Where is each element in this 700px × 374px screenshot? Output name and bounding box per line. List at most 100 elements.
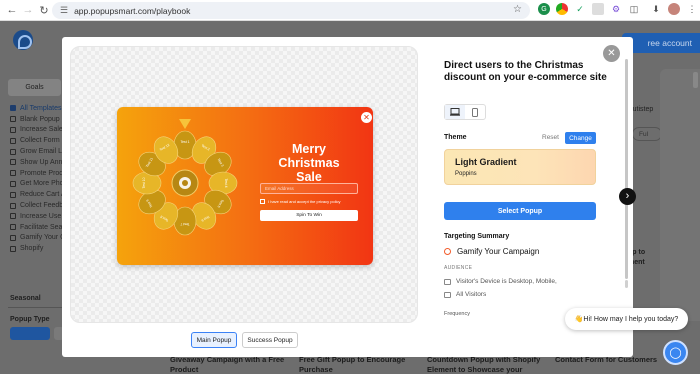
christmas-popup: Test 1 Test 2 Test 3 Test 4 Test 5 Test 6 Test… [117,107,373,265]
download-icon[interactable]: ⬇ [650,3,662,15]
chrome-extension-icon[interactable] [556,3,568,15]
divider [8,307,64,308]
consent-checkbox[interactable] [260,199,265,204]
sidebar-item[interactable]: Get More Pho [10,179,66,190]
desktop-icon[interactable] [445,105,465,119]
tab-success-popup[interactable]: Success Popup [242,332,298,348]
reset-button[interactable]: Reset [542,134,559,141]
privacy-consent[interactable]: I have read and accept the privacy polic… [260,199,341,204]
template-title: Direct users to the Christmas discount o… [444,60,607,83]
gear-extension-icon[interactable]: ⚙ [610,3,622,15]
extension-icons: G ✓ ⚙ ◫ ⬇ ⋮ [538,3,698,15]
frequency-label: Frequency [444,311,470,317]
modal-close-icon[interactable]: ✕ [603,45,620,62]
wheel-segment-label: Test 1 [180,140,189,144]
select-popup-button[interactable]: Select Popup [444,202,596,220]
wheel-segment-label: Test 7 [180,222,189,226]
change-theme-button[interactable]: Change [565,132,596,144]
address-bar[interactable]: ☰ app.popupsmart.com/playbook ☆ [52,2,530,19]
next-template-arrow-icon[interactable]: › [619,188,636,205]
sidebar-item[interactable]: Gamify Your C [10,233,66,244]
audience-item: All Visitors [444,291,486,298]
site-settings-icon[interactable]: ☰ [60,5,68,16]
template-card-title[interactable]: Giveaway Campaign with a Free Product [170,355,284,374]
profile-avatar[interactable] [668,3,680,15]
template-card[interactable] [660,69,700,321]
chat-greeting-bubble[interactable]: 👋Hi! How may I help you today? [565,308,688,330]
tab-main-popup[interactable]: Main Popup [191,332,237,348]
checkbox-icon [10,148,16,155]
more-menu-icon[interactable]: ⋮ [686,3,698,15]
template-card-title[interactable]: Countdown Popup with Shopify Element to S… [427,355,540,374]
checkbox-icon [10,224,16,231]
template-preview-modal: Test 1 Test 2 Test 3 Test 4 Test 5 Test 6 Test… [62,37,633,357]
audience-label: AUDIENCE [444,265,473,271]
checkbox-icon [10,126,16,133]
theme-card[interactable]: Light Gradient Poppins [444,149,596,185]
checkbox-icon [10,180,16,187]
audience-item: Visitor's Device is Desktop, Mobile, [444,278,557,285]
sidebar-item[interactable]: Collect Feedb [10,200,66,211]
wheel-center-dot [182,180,188,186]
check-icon[interactable]: ✓ [574,3,586,15]
grammarly-icon[interactable]: G [538,3,550,15]
wheel-pointer-icon [179,119,191,129]
popup-preview-area: Test 1 Test 2 Test 3 Test 4 Test 5 Test 6 Test… [70,46,418,323]
extensions-puzzle-icon[interactable]: ◫ [628,3,640,15]
browser-toolbar: ← → ↻ ☰ app.popupsmart.com/playbook ☆ G … [0,0,700,21]
sidebar-item[interactable]: Grow Email Li [10,146,66,157]
spin-to-win-button[interactable]: Spin To Win [260,210,358,221]
sidebar-item[interactable]: Blank Popup [10,114,66,125]
page-scrollbar[interactable] [693,72,698,88]
wheel-segment-label: Test 10 [142,177,146,188]
consent-text: I have read and accept the privacy polic… [268,199,341,204]
users-icon [444,291,451,298]
spin-wheel: Test 1Test 2Test 3Test 4Test 5Test 6Test… [132,119,238,236]
sidebar-item[interactable]: All Templates [10,103,66,114]
checkbox-icon [10,116,16,123]
template-card-title[interactable]: Free Gift Popup to Encourage Purchase [299,355,405,374]
popupsmart-logo [13,30,33,50]
bookmark-star-icon[interactable]: ☆ [513,4,522,15]
checkbox-icon [10,213,16,220]
panel-scrollbar[interactable] [625,59,628,279]
targeting-item: Gamify Your Campaign [444,247,539,256]
puzzle-extension-icon[interactable] [592,3,604,15]
arrow-right-icon[interactable]: → [20,2,36,18]
seasonal-heading: Seasonal [10,295,41,302]
popup-email-input[interactable]: Email Address [260,183,358,194]
filter-pill[interactable]: Ful [632,127,662,141]
sidebar-item[interactable]: Increase Sale [10,125,66,136]
reload-icon[interactable]: ↻ [36,2,52,18]
sidebar-item[interactable]: Shopify [10,243,66,254]
checkbox-icon [10,202,16,209]
sidebar-goal-list: All Templates Blank Popup Increase Sale … [10,103,66,254]
sidebar-item[interactable]: Facilitate Sea [10,222,66,233]
arrow-left-icon[interactable]: ← [4,2,20,18]
chat-launcher-icon[interactable]: ◯ [663,340,688,365]
checkbox-icon [10,159,16,166]
popup-close-icon[interactable]: ✕ [361,112,372,123]
sidebar-item[interactable]: Promote Prod [10,168,66,179]
goals-tab[interactable]: Goals [8,79,61,96]
panel-scrollbar-thumb[interactable] [625,280,628,288]
popup-type-heading: Popup Type [10,316,50,323]
gamify-icon [444,248,451,255]
create-account-button[interactable]: ree account [622,33,700,53]
url-text: app.popupsmart.com/playbook [74,5,191,16]
theme-name: Light Gradient [455,157,517,167]
device-icon [444,278,451,285]
popup-type-option[interactable] [10,327,50,340]
checkbox-icon [10,105,16,112]
mobile-icon[interactable] [465,105,485,119]
sidebar-item[interactable]: Reduce Cart A [10,189,66,200]
sidebar-item[interactable]: Collect Form S [10,135,66,146]
checkbox-icon [10,137,16,144]
device-toggle [444,104,486,120]
sidebar-item[interactable]: Show Up Ann [10,157,66,168]
targeting-summary-title: Targeting Summary [444,233,510,240]
checkbox-icon [10,191,16,198]
checkbox-icon [10,170,16,177]
wheel-segment-label: Test 4 [224,178,228,187]
sidebar-item[interactable]: Increase Use [10,211,66,222]
